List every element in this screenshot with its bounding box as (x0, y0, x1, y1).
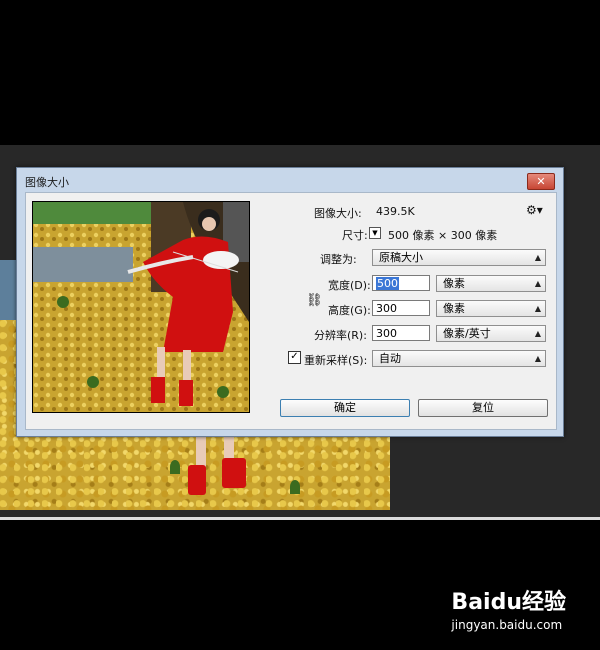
resolution-unit-value: 像素/英寸 (443, 327, 491, 340)
ok-button[interactable]: 确定 (280, 399, 410, 417)
resolution-input[interactable]: 300 (372, 325, 430, 341)
image-preview[interactable] (32, 201, 250, 413)
resolution-unit-dropdown[interactable]: 像素/英寸 ▲ (436, 325, 546, 342)
resolution-label: 分辨率(R): (314, 329, 367, 342)
gear-icon[interactable]: ⚙▾ (526, 203, 543, 217)
preview-photo (33, 202, 249, 412)
resample-dropdown[interactable]: 自动 ▲ (372, 350, 546, 367)
fit-to-label: 调整为: (320, 253, 357, 266)
width-input[interactable]: 500 (372, 275, 430, 291)
dimensions-label: 尺寸: (342, 229, 368, 242)
grass (170, 460, 180, 474)
red-shoe-right (222, 458, 246, 488)
chevron-updown-icon: ▲ (534, 329, 541, 338)
dimensions-unit-toggle[interactable]: ▼ (369, 227, 381, 239)
height-input[interactable]: 300 (372, 300, 430, 316)
fit-to-value: 原稿大小 (379, 251, 423, 264)
height-label: 高度(G): (328, 304, 371, 317)
dialog-title: 图像大小 (25, 176, 69, 189)
image-size-label: 图像大小: (314, 207, 362, 220)
chevron-updown-icon: ▲ (534, 253, 541, 262)
dimensions-value: 500 像素 × 300 像素 (388, 229, 498, 242)
width-unit-value: 像素 (443, 277, 465, 290)
resample-label: 重新采样(S): (304, 354, 368, 367)
baidu-watermark: Baidu经验 jingyan.baidu.com (451, 584, 566, 632)
resolution-value: 300 (376, 327, 397, 340)
height-unit-value: 像素 (443, 302, 465, 315)
chevron-updown-icon: ▲ (534, 354, 541, 363)
width-label: 宽度(D): (328, 279, 371, 292)
image-size-value: 439.5K (376, 205, 415, 218)
width-unit-dropdown[interactable]: 像素 ▲ (436, 275, 546, 292)
link-proportions-icon[interactable]: ⛓ (306, 293, 323, 308)
height-unit-dropdown[interactable]: 像素 ▲ (436, 300, 546, 317)
height-value: 300 (376, 302, 397, 315)
dialog-titlebar[interactable]: 图像大小 ✕ (17, 168, 563, 192)
watermark-url: jingyan.baidu.com (451, 618, 563, 632)
fit-to-dropdown[interactable]: 原稿大小 ▲ (372, 249, 546, 266)
close-button[interactable]: ✕ (527, 173, 555, 190)
width-value: 500 (376, 277, 399, 290)
chevron-updown-icon: ▲ (534, 279, 541, 288)
resample-value: 自动 (379, 352, 401, 365)
red-shoe-left (188, 465, 206, 495)
image-size-dialog: 图像大小 ✕ 图像大小: 439.5K ⚙▾ 尺寸: ▼ 500 像素 × 30… (16, 167, 564, 437)
baidu-logo: Baidu经验 (451, 590, 566, 615)
reset-button[interactable]: 复位 (418, 399, 548, 417)
grass (290, 480, 300, 494)
dialog-body: 图像大小: 439.5K ⚙▾ 尺寸: ▼ 500 像素 × 300 像素 调整… (25, 192, 557, 430)
chevron-updown-icon: ▲ (534, 304, 541, 313)
workspace-bottom-edge (0, 517, 600, 520)
resample-checkbox[interactable]: ✓ (288, 351, 301, 364)
